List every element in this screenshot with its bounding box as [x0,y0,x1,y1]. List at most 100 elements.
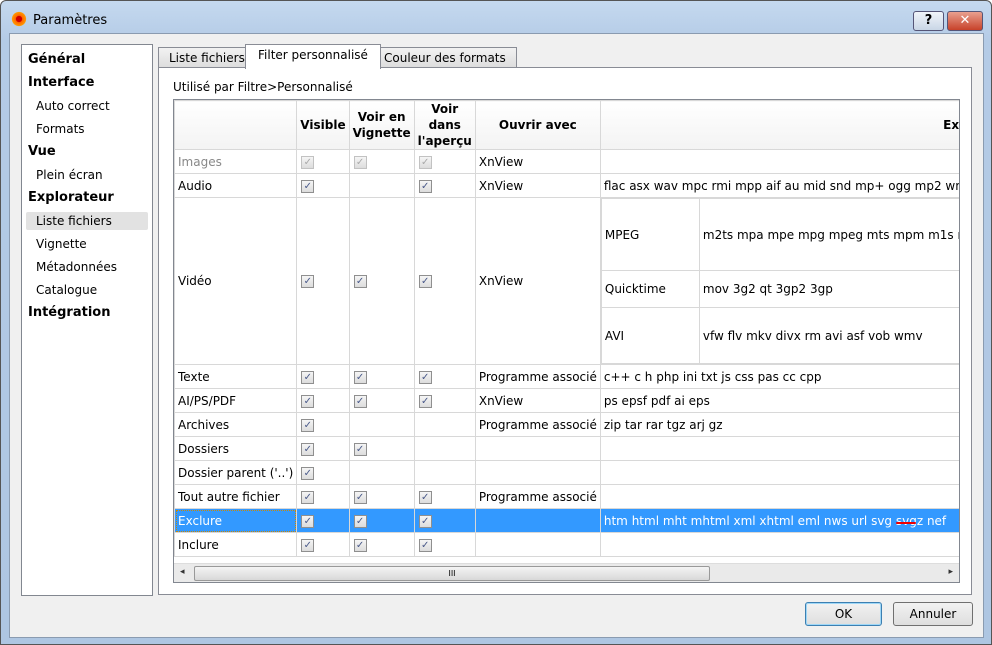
table-row[interactable]: Exclure ✓ ✓ ✓ htm html mht mhtml xml xhtml e… [174,508,959,533]
cell-ouvrir-avec[interactable] [474,508,601,533]
cell-visible[interactable]: ✓ [296,532,350,557]
checkbox-visible[interactable]: ✓ [301,442,315,456]
close-button[interactable]: ✕ [947,11,983,31]
cell-apercu[interactable]: ✓ [413,532,476,557]
cell-extensions[interactable] [599,149,959,174]
subtable-row[interactable]: Quicktime mov 3g2 qt 3gp2 3gp [601,270,959,308]
table-row[interactable]: Inclure ✓ ✓ ✓ [174,532,959,557]
subtable-row[interactable]: AVI vfw flv mkv divx rm avi asf vob wmv [601,307,959,364]
table-row[interactable]: Dossier parent ('..') ✓ [174,460,959,485]
checkbox-visible[interactable]: ✓ [301,514,315,528]
sidebar-item-formats[interactable]: Formats [26,120,148,138]
cell-ouvrir-avec[interactable]: XnView [474,173,601,198]
sidebar-item-vue[interactable]: Vue [26,143,148,161]
header-apercu[interactable]: Voir dans l'aperçu [413,100,476,150]
cell-extensions[interactable]: ps epsf pdf ai eps [599,388,959,413]
cell-ouvrir-avec[interactable]: Programme associé [474,412,601,437]
cell-vignette[interactable]: ✓ [348,532,415,557]
checkbox-apercu[interactable]: ✓ [418,155,432,169]
checkbox-apercu[interactable]: ✓ [418,538,432,552]
table-row[interactable]: AI/PS/PDF ✓ ✓ ✓ XnView ps epsf pdf ai eps [174,388,959,413]
cell-extensions[interactable] [599,532,959,557]
header-extensions[interactable]: Extensi [599,100,959,150]
cell-extensions[interactable] [599,460,959,485]
help-button[interactable]: ? [913,11,944,31]
table-row[interactable]: Archives ✓ Programme associé zip tar rar tg… [174,412,959,437]
header-ouvrir-avec[interactable]: Ouvrir avec [474,100,601,150]
table-row[interactable]: Images ✓ ✓ ✓ XnView [174,149,959,174]
checkbox-visible[interactable]: ✓ [301,418,315,432]
checkbox-apercu[interactable]: ✓ [418,275,432,288]
checkbox-visible[interactable]: ✓ [301,538,315,552]
cell-vignette[interactable] [348,460,415,485]
sub-format-extensions[interactable]: mov 3g2 qt 3gp2 3gp [698,270,959,308]
sidebar-item-catalogue[interactable]: Catalogue [26,281,148,299]
checkbox-visible[interactable]: ✓ [301,490,315,504]
cell-ouvrir-avec[interactable]: XnView [474,388,601,413]
cell-visible[interactable]: ✓ [296,460,350,485]
checkbox-apercu[interactable]: ✓ [418,179,432,193]
cell-apercu[interactable]: ✓ [413,484,476,509]
cell-vignette[interactable]: ✓ [348,149,415,174]
sidebar-item-interface[interactable]: Interface [26,74,148,92]
scroll-right-arrow-icon[interactable]: ▸ [948,567,953,577]
sidebar-item-liste-fichiers[interactable]: Liste fichiers [26,212,148,230]
checkbox-apercu[interactable]: ✓ [418,490,432,504]
cell-apercu[interactable]: ✓ [413,149,476,174]
cell-visible[interactable]: ✓ [296,484,350,509]
cell-ouvrir-avec[interactable]: XnView [474,197,601,365]
cell-extensions[interactable] [599,436,959,461]
cell-vignette[interactable] [348,173,415,198]
tab-couleur-des-formats[interactable]: Couleur des formats [373,47,517,68]
cell-apercu[interactable]: ✓ [413,508,476,533]
checkbox-vignette[interactable]: ✓ [353,370,367,384]
cell-visible[interactable]: ✓ [296,436,350,461]
sidebar-item-plein-écran[interactable]: Plein écran [26,166,148,184]
cell-apercu[interactable]: ✓ [413,197,476,365]
table-row[interactable]: Texte ✓ ✓ ✓ Programme associé c++ c h php ini… [174,364,959,389]
cell-visible[interactable]: ✓ [296,149,350,174]
cancel-button[interactable]: Annuler [893,602,973,626]
cell-extensions[interactable]: flac asx wav mpc rmi mpp aif au mid snd … [599,173,959,198]
sidebar-item-intégration[interactable]: Intégration [26,304,148,322]
sub-format-extensions[interactable]: vfw flv mkv divx rm avi asf vob wmv [698,307,959,364]
cell-visible[interactable]: ✓ [296,364,350,389]
scroll-left-arrow-icon[interactable]: ◂ [180,567,185,577]
cell-ouvrir-avec[interactable]: Programme associé [474,484,601,509]
cell-vignette[interactable]: ✓ [348,436,415,461]
scrollbar-thumb[interactable]: III [194,566,710,581]
checkbox-vignette[interactable]: ✓ [353,514,367,528]
cell-vignette[interactable]: ✓ [348,197,415,365]
table-row[interactable]: Tout autre fichier ✓ ✓ ✓ Programme associé [174,484,959,509]
cell-ouvrir-avec[interactable]: XnView [474,149,601,174]
cell-apercu[interactable] [413,412,476,437]
tab-filter-personnalise[interactable]: Filter personnalisé [245,44,381,69]
checkbox-vignette[interactable]: ✓ [353,490,367,504]
cell-extensions[interactable]: zip tar rar tgz arj gz [599,412,959,437]
cell-visible[interactable]: ✓ [296,508,350,533]
sidebar-item-vignette[interactable]: Vignette [26,235,148,253]
cell-vignette[interactable]: ✓ [348,484,415,509]
cell-apercu[interactable] [413,436,476,461]
tab-liste-fichiers[interactable]: Liste fichiers [158,47,256,68]
ok-button[interactable]: OK [805,602,882,626]
cell-visible[interactable]: ✓ [296,197,350,365]
cell-ouvrir-avec[interactable] [474,436,601,461]
checkbox-apercu[interactable]: ✓ [418,394,432,408]
checkbox-vignette[interactable]: ✓ [353,155,367,169]
table-row[interactable]: Vidéo ✓ ✓ ✓ XnView MPEG m2ts mpa mpe mpg mpeg … [174,197,959,365]
checkbox-vignette[interactable]: ✓ [353,538,367,552]
header-vignette[interactable]: Voir en Vignette [348,100,415,150]
cell-extensions[interactable]: c++ c h php ini txt js css pas cc cpp [599,364,959,389]
checkbox-visible[interactable]: ✓ [301,466,315,480]
cell-extensions[interactable] [599,484,959,509]
cell-apercu[interactable]: ✓ [413,364,476,389]
horizontal-scrollbar[interactable]: ◂ III ▸ [174,563,959,582]
checkbox-visible[interactable]: ✓ [301,155,315,169]
checkbox-visible[interactable]: ✓ [301,394,315,408]
cell-extensions[interactable]: htm html mht mhtml xml xhtml eml nws url… [599,508,959,533]
checkbox-visible[interactable]: ✓ [301,370,315,384]
checkbox-vignette[interactable]: ✓ [353,275,367,288]
table-row[interactable]: Dossiers ✓ ✓ [174,436,959,461]
checkbox-vignette[interactable]: ✓ [353,442,367,456]
